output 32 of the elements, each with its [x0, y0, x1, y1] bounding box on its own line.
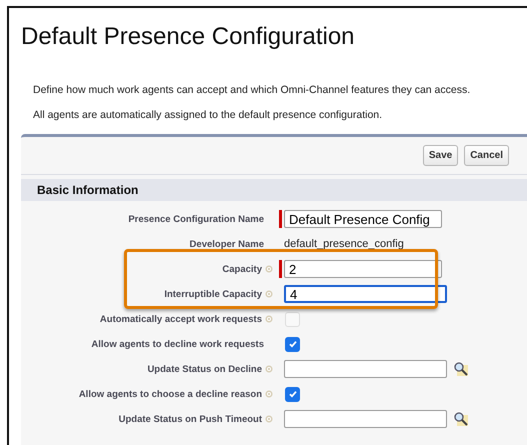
- input-field[interactable]: [284, 360, 447, 378]
- lookup-icon[interactable]: [453, 411, 469, 427]
- checkbox[interactable]: [285, 386, 300, 402]
- checkbox[interactable]: [285, 336, 300, 352]
- field-label: Update Status on Decline: [147, 364, 262, 374]
- field-label: Interruptible Capacity: [164, 288, 262, 300]
- intro-text: All agents are automatically assigned to the default presence configuration.: [32, 108, 384, 123]
- check-icon: [288, 389, 298, 399]
- intro-text: Define how much work agents can accept and which Omni-Channel features they can access.: [32, 83, 472, 98]
- input-field[interactable]: Default Presence Config: [284, 210, 442, 228]
- check-icon: [288, 339, 298, 349]
- field-value: default_presence_config: [283, 238, 404, 250]
- help-icon[interactable]: [265, 390, 273, 398]
- lookup-icon[interactable]: [453, 361, 469, 377]
- field-label: Update Status on Push Timeout: [118, 414, 262, 424]
- help-icon[interactable]: [265, 415, 273, 423]
- input-field[interactable]: 4: [284, 285, 447, 303]
- field-label: Developer Name: [190, 238, 264, 250]
- field-label: Allow agents to choose a decline reason: [78, 388, 262, 400]
- save-button[interactable]: Save: [422, 145, 458, 166]
- help-icon[interactable]: [265, 290, 273, 298]
- section-header: Basic Information: [21, 179, 527, 201]
- cancel-button[interactable]: Cancel: [464, 145, 509, 166]
- help-icon[interactable]: [265, 365, 273, 373]
- input-field[interactable]: [284, 410, 447, 428]
- input-field[interactable]: 2: [284, 260, 442, 278]
- page-title: Default Presence Configuration: [21, 22, 356, 52]
- field-label: Capacity: [222, 264, 262, 274]
- field-label: Presence Configuration Name: [128, 214, 264, 224]
- field-label: Automatically accept work requests: [100, 314, 262, 324]
- help-icon[interactable]: [265, 265, 273, 273]
- field-label: Allow agents to decline work requests: [91, 338, 264, 350]
